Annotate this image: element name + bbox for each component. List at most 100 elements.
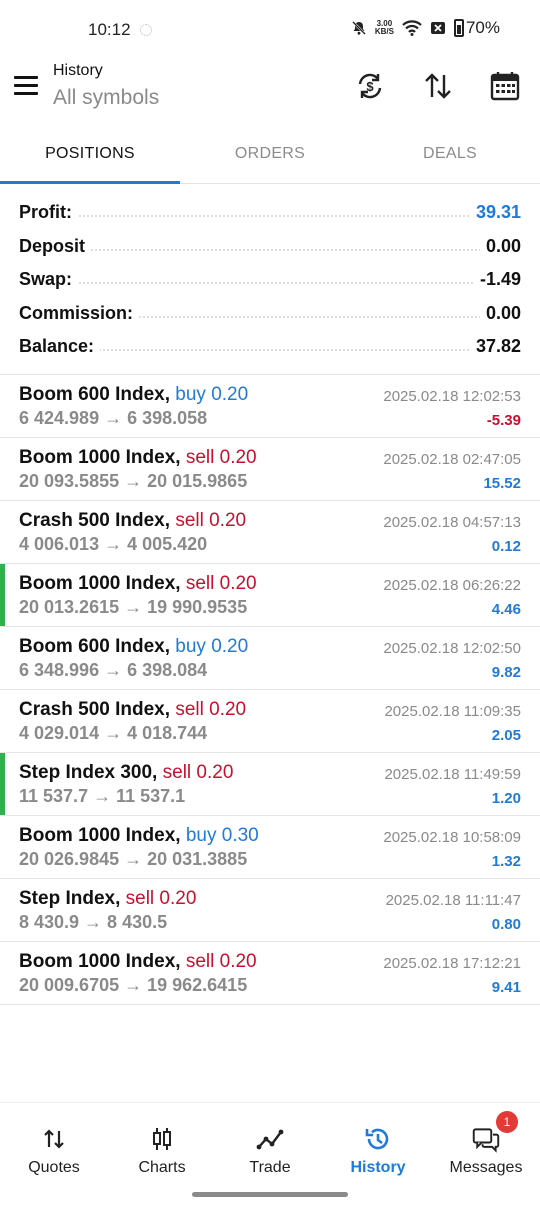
nav-messages[interactable]: 1 Messages <box>432 1103 540 1206</box>
position-prices: 11 537.7 → 11 537.1 <box>19 786 186 806</box>
nav-label: Charts <box>138 1159 186 1176</box>
position-time: 2025.02.18 12:02:53 <box>383 388 521 405</box>
nav-label: Trade <box>249 1159 291 1176</box>
position-symbol: Step Index, <box>19 888 121 909</box>
position-symbol: Boom 1000 Index, <box>19 951 181 972</box>
currency-sync-button[interactable]: $ <box>352 68 388 104</box>
positions-list: Boom 600 Index, buy 0.20 6 424.989 → 6 3… <box>0 375 540 1005</box>
position-prices: 20 013.2615 → 19 990.9535 <box>19 597 248 617</box>
tab-orders[interactable]: ORDERS <box>180 122 360 183</box>
position-side: buy 0.20 <box>175 384 249 405</box>
summary-row-swap: Swap: -1.49 <box>0 263 540 297</box>
tab-deals[interactable]: DEALS <box>360 122 540 183</box>
position-row[interactable]: Boom 600 Index, buy 0.20 6 424.989 → 6 3… <box>0 375 540 438</box>
position-profit: 1.32 <box>491 853 521 870</box>
status-bar: 10:12 3.00 KB/S 70% <box>0 0 540 62</box>
status-icons: 3.00 KB/S 70% <box>351 18 500 38</box>
position-symbol: Boom 1000 Index, <box>19 825 181 846</box>
calendar-button[interactable] <box>487 68 523 104</box>
position-time: 2025.02.18 02:47:05 <box>383 451 521 468</box>
nav-quotes[interactable]: Quotes <box>0 1103 108 1206</box>
position-profit: 9.82 <box>491 664 521 681</box>
summary-row-balance: Balance: 37.82 <box>0 330 540 364</box>
summary-row-deposit: Deposit 0.00 <box>0 230 540 264</box>
trade-icon <box>256 1129 284 1150</box>
position-prices: 20 009.6705 → 19 962.6415 <box>19 975 248 995</box>
nav-history[interactable]: History <box>324 1103 432 1206</box>
position-symbol: Boom 600 Index, <box>19 636 170 657</box>
position-row[interactable]: Boom 1000 Index, sell 0.20 20 093.5855 →… <box>0 438 540 501</box>
position-row[interactable]: Boom 600 Index, buy 0.20 6 348.996 → 6 3… <box>0 627 540 690</box>
nav-label: Quotes <box>28 1159 80 1176</box>
nav-label: Messages <box>449 1159 523 1176</box>
charts-icon <box>153 1128 171 1150</box>
sort-button[interactable] <box>420 68 456 104</box>
calendar-icon <box>490 72 520 101</box>
position-symbol: Boom 1000 Index, <box>19 447 181 468</box>
bell-off-icon <box>351 21 366 35</box>
position-prices: 8 430.9 → 8 430.5 <box>19 912 168 932</box>
position-profit: 4.46 <box>491 601 521 618</box>
position-symbol: Crash 500 Index, <box>19 510 171 531</box>
bottom-nav: Quotes Charts Trade History 1 Messages <box>0 1102 540 1206</box>
summary-label: Deposit <box>19 235 92 257</box>
position-row[interactable]: Crash 500 Index, sell 0.20 4 029.014 → 4… <box>0 690 540 753</box>
sync-status-icon <box>140 24 152 36</box>
position-symbol: Step Index 300, <box>19 762 158 783</box>
net-speed: 3.00 KB/S <box>374 19 394 36</box>
tab-positions[interactable]: POSITIONS <box>0 122 180 184</box>
position-time: 2025.02.18 06:26:22 <box>383 577 521 594</box>
position-row[interactable]: Boom 1000 Index, sell 0.20 20 013.2615 →… <box>0 564 540 627</box>
position-row[interactable]: Step Index 300, sell 0.20 11 537.7 → 11 … <box>0 753 540 816</box>
summary-value: -1.49 <box>473 269 521 290</box>
position-row[interactable]: Step Index, sell 0.20 8 430.9 → 8 430.5 … <box>0 879 540 942</box>
summary-value: 37.82 <box>469 336 521 357</box>
nav-charts[interactable]: Charts <box>108 1103 216 1206</box>
position-prices: 4 029.014 → 4 018.744 <box>19 723 208 743</box>
symbol-filter[interactable]: All symbols <box>53 86 159 110</box>
position-profit: 0.12 <box>491 538 521 555</box>
svg-text:$: $ <box>366 79 374 94</box>
page-title: History <box>53 62 103 79</box>
position-row[interactable]: Boom 1000 Index, buy 0.30 20 026.9845 → … <box>0 816 540 879</box>
summary-value: 0.00 <box>479 235 521 257</box>
position-profit: 0.80 <box>491 916 521 933</box>
position-prices: 20 026.9845 → 20 031.3885 <box>19 849 248 869</box>
position-prices: 20 093.5855 → 20 015.9865 <box>19 471 248 491</box>
summary-label: Swap: <box>19 269 79 290</box>
menu-icon[interactable] <box>14 76 38 96</box>
tab-bar: POSITIONS ORDERS DEALS <box>0 122 540 184</box>
battery-icon <box>453 19 464 37</box>
status-time: 10:12 <box>88 20 131 39</box>
summary-value: 39.31 <box>469 202 521 223</box>
wifi-icon <box>402 20 422 36</box>
sim-blocked-icon <box>430 22 445 34</box>
position-time: 2025.02.18 10:58:09 <box>383 829 521 846</box>
position-side: sell 0.20 <box>185 951 257 972</box>
position-side: sell 0.20 <box>125 888 197 909</box>
position-profit: 2.05 <box>491 727 521 744</box>
position-symbol: Boom 1000 Index, <box>19 573 181 594</box>
position-profit: 9.41 <box>491 979 521 996</box>
position-time: 2025.02.18 11:09:35 <box>384 703 521 720</box>
summary-label: Commission: <box>19 302 140 324</box>
position-time: 2025.02.18 11:49:59 <box>384 766 521 783</box>
position-profit: 15.52 <box>483 475 521 492</box>
position-row[interactable]: Crash 500 Index, sell 0.20 4 006.013 → 4… <box>0 501 540 564</box>
position-row[interactable]: Boom 1000 Index, sell 0.20 20 009.6705 →… <box>0 942 540 1005</box>
home-indicator[interactable] <box>192 1192 348 1197</box>
position-time: 2025.02.18 11:11:47 <box>385 892 521 909</box>
position-side: sell 0.20 <box>175 699 247 720</box>
position-side: buy 0.30 <box>185 825 259 846</box>
summary-row-profit: Profit: 39.31 <box>0 196 540 230</box>
position-side: sell 0.20 <box>185 573 257 594</box>
nav-trade[interactable]: Trade <box>216 1103 324 1206</box>
position-prices: 6 424.989 → 6 398.058 <box>19 408 208 428</box>
position-prices: 4 006.013 → 4 005.420 <box>19 534 208 554</box>
messages-icon <box>472 1128 500 1153</box>
summary-row-commission: Commission: 0.00 <box>0 297 540 331</box>
position-symbol: Boom 600 Index, <box>19 384 170 405</box>
position-profit: 1.20 <box>491 790 521 807</box>
position-side: buy 0.20 <box>175 636 249 657</box>
position-time: 2025.02.18 04:57:13 <box>383 514 521 531</box>
